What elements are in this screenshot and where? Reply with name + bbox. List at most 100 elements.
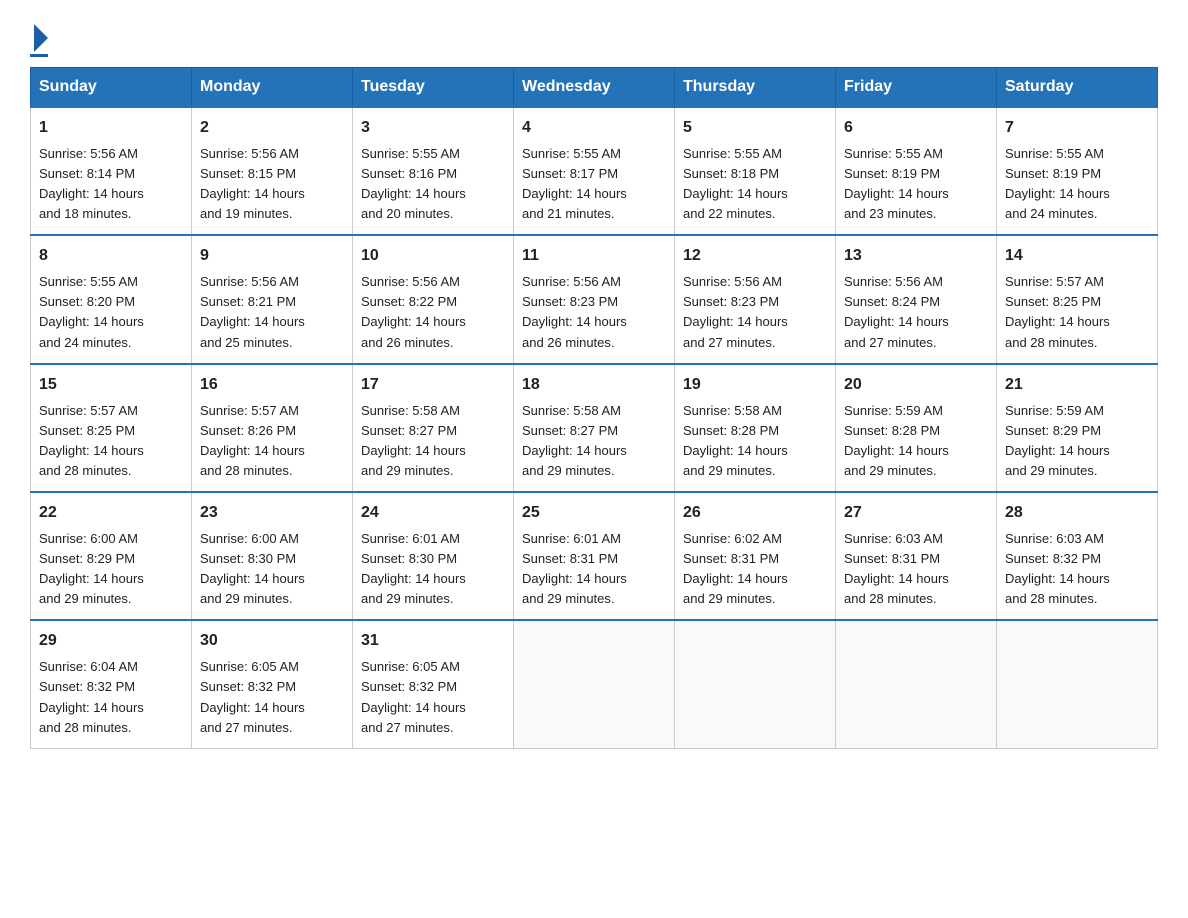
- day-info: Sunrise: 5:56 AMSunset: 8:22 PMDaylight:…: [361, 274, 466, 349]
- calendar-cell: 17 Sunrise: 5:58 AMSunset: 8:27 PMDayligh…: [353, 364, 514, 492]
- week-row-2: 8 Sunrise: 5:55 AMSunset: 8:20 PMDaylight…: [31, 235, 1158, 363]
- col-header-sunday: Sunday: [31, 68, 192, 108]
- day-number: 10: [361, 244, 505, 269]
- col-header-saturday: Saturday: [997, 68, 1158, 108]
- day-info: Sunrise: 6:00 AMSunset: 8:30 PMDaylight:…: [200, 531, 305, 606]
- day-number: 12: [683, 244, 827, 269]
- calendar-cell: 23 Sunrise: 6:00 AMSunset: 8:30 PMDayligh…: [192, 492, 353, 620]
- day-number: 26: [683, 501, 827, 526]
- day-number: 7: [1005, 116, 1149, 141]
- day-number: 29: [39, 629, 183, 654]
- day-number: 14: [1005, 244, 1149, 269]
- day-info: Sunrise: 6:05 AMSunset: 8:32 PMDaylight:…: [200, 659, 305, 734]
- day-number: 23: [200, 501, 344, 526]
- calendar-cell: 24 Sunrise: 6:01 AMSunset: 8:30 PMDayligh…: [353, 492, 514, 620]
- day-info: Sunrise: 5:56 AMSunset: 8:24 PMDaylight:…: [844, 274, 949, 349]
- day-info: Sunrise: 6:02 AMSunset: 8:31 PMDaylight:…: [683, 531, 788, 606]
- calendar-cell: 14 Sunrise: 5:57 AMSunset: 8:25 PMDayligh…: [997, 235, 1158, 363]
- day-info: Sunrise: 6:04 AMSunset: 8:32 PMDaylight:…: [39, 659, 144, 734]
- col-header-friday: Friday: [836, 68, 997, 108]
- calendar-cell: 20 Sunrise: 5:59 AMSunset: 8:28 PMDayligh…: [836, 364, 997, 492]
- calendar-cell: 29 Sunrise: 6:04 AMSunset: 8:32 PMDayligh…: [31, 620, 192, 748]
- calendar-cell: 2Sunrise: 5:56 AMSunset: 8:15 PMDaylight…: [192, 107, 353, 235]
- day-number: 24: [361, 501, 505, 526]
- col-header-wednesday: Wednesday: [514, 68, 675, 108]
- calendar-cell: 19 Sunrise: 5:58 AMSunset: 8:28 PMDayligh…: [675, 364, 836, 492]
- day-info: Sunrise: 5:55 AMSunset: 8:20 PMDaylight:…: [39, 274, 144, 349]
- calendar-cell: [997, 620, 1158, 748]
- calendar-cell: 28Sunrise: 6:03 AMSunset: 8:32 PMDayligh…: [997, 492, 1158, 620]
- day-info: Sunrise: 5:55 AMSunset: 8:19 PMDaylight:…: [1005, 146, 1110, 221]
- day-info: Sunrise: 6:01 AMSunset: 8:31 PMDaylight:…: [522, 531, 627, 606]
- day-number: 25: [522, 501, 666, 526]
- week-row-1: 1Sunrise: 5:56 AMSunset: 8:14 PMDaylight…: [31, 107, 1158, 235]
- calendar-cell: [514, 620, 675, 748]
- day-number: 4: [522, 116, 666, 141]
- day-info: Sunrise: 6:05 AMSunset: 8:32 PMDaylight:…: [361, 659, 466, 734]
- calendar-cell: 26 Sunrise: 6:02 AMSunset: 8:31 PMDayligh…: [675, 492, 836, 620]
- day-info: Sunrise: 5:58 AMSunset: 8:28 PMDaylight:…: [683, 403, 788, 478]
- day-info: Sunrise: 6:01 AMSunset: 8:30 PMDaylight:…: [361, 531, 466, 606]
- day-number: 13: [844, 244, 988, 269]
- day-number: 31: [361, 629, 505, 654]
- day-number: 17: [361, 373, 505, 398]
- day-number: 1: [39, 116, 183, 141]
- logo: [30, 28, 48, 57]
- day-info: Sunrise: 5:57 AMSunset: 8:25 PMDaylight:…: [1005, 274, 1110, 349]
- day-number: 27: [844, 501, 988, 526]
- calendar-cell: [836, 620, 997, 748]
- day-number: 19: [683, 373, 827, 398]
- calendar-cell: 31 Sunrise: 6:05 AMSunset: 8:32 PMDayligh…: [353, 620, 514, 748]
- calendar-cell: 3 Sunrise: 5:55 AMSunset: 8:16 PMDaylight…: [353, 107, 514, 235]
- calendar-cell: 5 Sunrise: 5:55 AMSunset: 8:18 PMDaylight…: [675, 107, 836, 235]
- day-info: Sunrise: 6:03 AMSunset: 8:32 PMDaylight:…: [1005, 531, 1110, 606]
- calendar-cell: 21Sunrise: 5:59 AMSunset: 8:29 PMDayligh…: [997, 364, 1158, 492]
- page-header: [30, 20, 1158, 57]
- calendar-cell: 8 Sunrise: 5:55 AMSunset: 8:20 PMDaylight…: [31, 235, 192, 363]
- day-number: 5: [683, 116, 827, 141]
- day-info: Sunrise: 5:57 AMSunset: 8:26 PMDaylight:…: [200, 403, 305, 478]
- day-number: 11: [522, 244, 666, 269]
- calendar-cell: 22Sunrise: 6:00 AMSunset: 8:29 PMDayligh…: [31, 492, 192, 620]
- calendar-cell: 10 Sunrise: 5:56 AMSunset: 8:22 PMDayligh…: [353, 235, 514, 363]
- day-number: 18: [522, 373, 666, 398]
- calendar-cell: 18 Sunrise: 5:58 AMSunset: 8:27 PMDayligh…: [514, 364, 675, 492]
- calendar-cell: 4 Sunrise: 5:55 AMSunset: 8:17 PMDaylight…: [514, 107, 675, 235]
- day-info: Sunrise: 6:00 AMSunset: 8:29 PMDaylight:…: [39, 531, 144, 606]
- week-row-4: 22Sunrise: 6:00 AMSunset: 8:29 PMDayligh…: [31, 492, 1158, 620]
- week-row-5: 29 Sunrise: 6:04 AMSunset: 8:32 PMDayligh…: [31, 620, 1158, 748]
- calendar-cell: 30 Sunrise: 6:05 AMSunset: 8:32 PMDayligh…: [192, 620, 353, 748]
- calendar-cell: 16 Sunrise: 5:57 AMSunset: 8:26 PMDayligh…: [192, 364, 353, 492]
- day-info: Sunrise: 5:59 AMSunset: 8:29 PMDaylight:…: [1005, 403, 1110, 478]
- day-number: 16: [200, 373, 344, 398]
- calendar-header-row: SundayMondayTuesdayWednesdayThursdayFrid…: [31, 68, 1158, 108]
- day-info: Sunrise: 5:56 AMSunset: 8:23 PMDaylight:…: [683, 274, 788, 349]
- day-number: 30: [200, 629, 344, 654]
- day-info: Sunrise: 5:58 AMSunset: 8:27 PMDaylight:…: [361, 403, 466, 478]
- logo-arrow-icon: [34, 24, 48, 52]
- day-info: Sunrise: 5:56 AMSunset: 8:21 PMDaylight:…: [200, 274, 305, 349]
- day-info: Sunrise: 6:03 AMSunset: 8:31 PMDaylight:…: [844, 531, 949, 606]
- day-number: 3: [361, 116, 505, 141]
- col-header-tuesday: Tuesday: [353, 68, 514, 108]
- calendar-cell: 15 Sunrise: 5:57 AMSunset: 8:25 PMDayligh…: [31, 364, 192, 492]
- day-info: Sunrise: 5:58 AMSunset: 8:27 PMDaylight:…: [522, 403, 627, 478]
- day-info: Sunrise: 5:57 AMSunset: 8:25 PMDaylight:…: [39, 403, 144, 478]
- day-info: Sunrise: 5:59 AMSunset: 8:28 PMDaylight:…: [844, 403, 949, 478]
- calendar-cell: 13 Sunrise: 5:56 AMSunset: 8:24 PMDayligh…: [836, 235, 997, 363]
- calendar-cell: 7 Sunrise: 5:55 AMSunset: 8:19 PMDaylight…: [997, 107, 1158, 235]
- day-number: 20: [844, 373, 988, 398]
- day-info: Sunrise: 5:55 AMSunset: 8:16 PMDaylight:…: [361, 146, 466, 221]
- day-number: 8: [39, 244, 183, 269]
- calendar-cell: 12 Sunrise: 5:56 AMSunset: 8:23 PMDayligh…: [675, 235, 836, 363]
- col-header-thursday: Thursday: [675, 68, 836, 108]
- calendar-cell: 1Sunrise: 5:56 AMSunset: 8:14 PMDaylight…: [31, 107, 192, 235]
- week-row-3: 15 Sunrise: 5:57 AMSunset: 8:25 PMDayligh…: [31, 364, 1158, 492]
- day-info: Sunrise: 5:55 AMSunset: 8:17 PMDaylight:…: [522, 146, 627, 221]
- day-info: Sunrise: 5:55 AMSunset: 8:18 PMDaylight:…: [683, 146, 788, 221]
- day-number: 15: [39, 373, 183, 398]
- calendar-cell: 25 Sunrise: 6:01 AMSunset: 8:31 PMDayligh…: [514, 492, 675, 620]
- logo-general-text: [30, 28, 48, 52]
- calendar-cell: 9Sunrise: 5:56 AMSunset: 8:21 PMDaylight…: [192, 235, 353, 363]
- logo-underline: [30, 54, 48, 57]
